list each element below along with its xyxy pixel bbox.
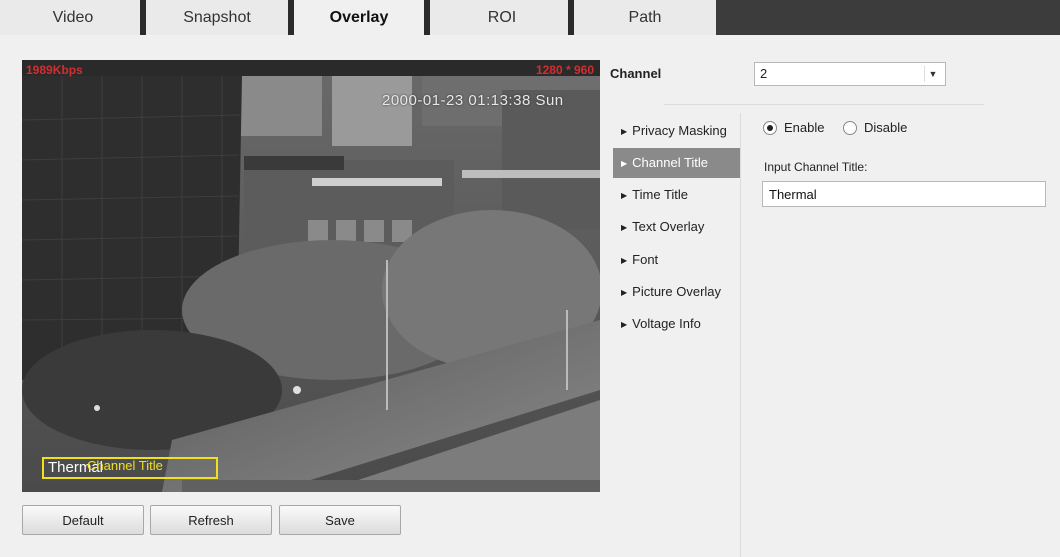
tab-bar: Video Snapshot Overlay ROI Path <box>0 0 1060 35</box>
tab-roi-label: ROI <box>487 9 517 26</box>
tab-bar-filler <box>716 0 1060 35</box>
divider <box>664 104 984 105</box>
refresh-button[interactable]: Refresh <box>150 505 272 535</box>
menu-item-voltage-info[interactable]: ▶ Voltage Info <box>613 309 740 339</box>
menu-item-time-title[interactable]: ▶ Time Title <box>613 180 740 210</box>
tab-video-label: Video <box>52 9 94 26</box>
menu-item-text-overlay[interactable]: ▶ Text Overlay <box>613 212 740 242</box>
tab-path[interactable]: Path <box>574 0 716 35</box>
tab-overlay-label: Overlay <box>329 9 389 26</box>
menu-item-label: Picture Overlay <box>632 284 722 299</box>
timestamp-overlay: 2000-01-23 01:13:38 Sun <box>382 92 564 109</box>
menu-item-picture-overlay[interactable]: ▶ Picture Overlay <box>613 277 740 307</box>
triangle-right-icon: ▶ <box>621 288 628 297</box>
enable-radio[interactable] <box>763 121 777 135</box>
input-channel-title-label: Input Channel Title: <box>764 160 868 174</box>
tab-overlay[interactable]: Overlay <box>288 0 430 35</box>
save-button[interactable]: Save <box>279 505 401 535</box>
tab-path-label: Path <box>628 9 662 26</box>
chevron-down-icon[interactable]: ▼ <box>924 66 941 82</box>
menu-item-channel-title[interactable]: ▶ Channel Title <box>613 148 740 178</box>
channel-select-value: 2 <box>760 66 768 81</box>
channel-label: Channel <box>610 66 662 81</box>
channel-title-input[interactable] <box>762 181 1046 207</box>
menu-item-label: Text Overlay <box>632 219 705 234</box>
menu-item-label: Voltage Info <box>632 316 701 331</box>
triangle-right-icon: ▶ <box>621 256 628 265</box>
menu-item-privacy-masking[interactable]: ▶ Privacy Masking <box>613 116 740 146</box>
channel-select[interactable]: 2 ▼ <box>754 62 946 86</box>
thermal-scene-image <box>22 60 600 492</box>
menu-item-label: Time Title <box>632 187 689 202</box>
menu-item-label: Channel Title <box>632 155 709 170</box>
tab-video[interactable]: Video <box>0 0 146 35</box>
disable-radio[interactable] <box>843 121 857 135</box>
bitrate-readout: 1989Kbps <box>26 63 83 77</box>
triangle-right-icon: ▶ <box>621 159 628 168</box>
menu-item-label: Privacy Masking <box>632 123 727 138</box>
menu-item-font[interactable]: ▶ Font <box>613 245 740 275</box>
enable-label[interactable]: Enable <box>784 120 824 135</box>
divider <box>740 113 741 557</box>
video-preview[interactable]: 1989Kbps 1280 * 960 2000-01-23 01:13:38 … <box>22 60 600 492</box>
disable-label[interactable]: Disable <box>864 120 907 135</box>
tab-roi[interactable]: ROI <box>430 0 574 35</box>
triangle-right-icon: ▶ <box>621 223 628 232</box>
triangle-right-icon: ▶ <box>621 191 628 200</box>
triangle-right-icon: ▶ <box>621 320 628 329</box>
tab-snapshot[interactable]: Snapshot <box>146 0 288 35</box>
default-button[interactable]: Default <box>22 505 144 535</box>
triangle-right-icon: ▶ <box>621 127 628 136</box>
tab-snapshot-label: Snapshot <box>183 9 251 26</box>
menu-item-label: Font <box>632 252 659 267</box>
channel-title-box-label: Channel Title <box>87 458 163 473</box>
resolution-readout: 1280 * 960 <box>535 63 594 77</box>
